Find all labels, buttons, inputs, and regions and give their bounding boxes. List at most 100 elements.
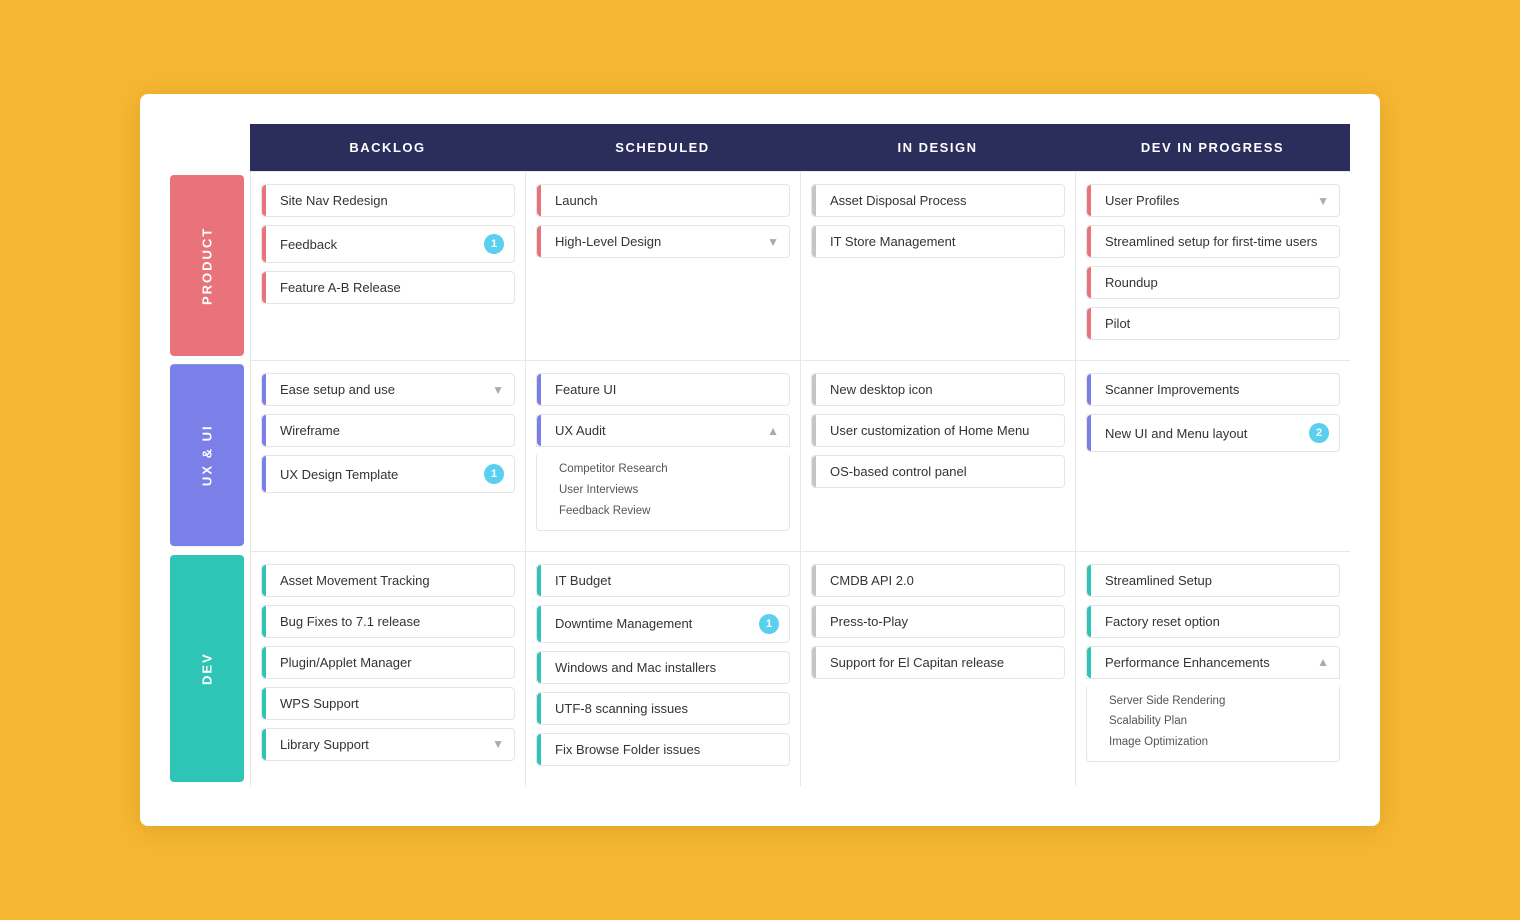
list-item[interactable]: New UI and Menu layout2 [1086,414,1340,452]
list-item[interactable]: Streamlined setup for first-time users [1086,225,1340,258]
sub-item: Feedback Review [559,501,779,522]
card-accent-bar [537,693,541,724]
card-text: UX Audit [547,423,763,438]
list-item[interactable]: Bug Fixes to 7.1 release [261,605,515,638]
sub-card: Server Side RenderingScalability PlanIma… [1086,687,1340,762]
list-item[interactable]: Feedback1 [261,225,515,263]
list-item[interactable]: Library Support▼ [261,728,515,761]
card-text: Asset Movement Tracking [272,573,504,588]
card-text: Streamlined Setup [1097,573,1329,588]
card-text: UX Design Template [272,467,484,482]
card-accent-bar [1087,185,1091,216]
header-scheduled: SCHEDULED [525,124,800,171]
list-item[interactable]: WPS Support [261,687,515,720]
card-text: High-Level Design [547,234,763,249]
card-text: IT Store Management [822,234,1054,249]
card-accent-bar [262,272,266,303]
card-accent-bar [812,226,816,257]
list-item[interactable]: Factory reset option [1086,605,1340,638]
card-accent-bar [262,565,266,596]
list-item[interactable]: High-Level Design ▼ [536,225,790,258]
card-accent-bar [812,456,816,487]
cell-2-3: Streamlined Setup Factory reset option Per… [1075,551,1350,786]
list-item[interactable]: Asset Movement Tracking [261,564,515,597]
card-text: Bug Fixes to 7.1 release [272,614,504,629]
list-item[interactable]: CMDB API 2.0 [811,564,1065,597]
board-grid: BACKLOG SCHEDULED IN DESIGN DEV IN PROGR… [170,124,1350,171]
list-item[interactable]: Wireframe [261,414,515,447]
card-text: IT Budget [547,573,779,588]
card-text: Feedback [272,237,484,252]
card-accent-bar [1087,647,1091,678]
list-item[interactable]: Windows and Mac installers [536,651,790,684]
list-item[interactable]: IT Store Management [811,225,1065,258]
cell-0-0: Site Nav Redesign Feedback1 Feature A-B Re… [250,171,525,360]
list-item[interactable]: UX Design Template1 [261,455,515,493]
cell-1-3: Scanner Improvements New UI and Menu layo… [1075,360,1350,550]
list-item[interactable]: UX Audit▲ [536,414,790,447]
list-item[interactable]: Downtime Management1 [536,605,790,643]
list-item[interactable]: Fix Browse Folder issues [536,733,790,766]
card-accent-bar [537,374,541,405]
sub-item: Competitor Research [559,459,779,480]
card-accent-bar [1087,415,1091,451]
sub-item: Image Optimization [1109,732,1329,753]
chevron-down-icon: ▼ [767,235,779,249]
list-item[interactable]: Roundup [1086,266,1340,299]
card-text: Ease setup and use [272,382,488,397]
list-item[interactable]: Streamlined Setup [1086,564,1340,597]
cell-0-1: Launch High-Level Design ▼ [525,171,800,360]
chevron-up-icon: ▲ [1317,655,1329,669]
badge: 1 [759,614,779,634]
card-accent-bar [1087,374,1091,405]
card-text: Support for El Capitan release [822,655,1054,670]
card-accent-bar [537,606,541,642]
badge: 1 [484,464,504,484]
card-accent-bar [537,185,541,216]
card-text: User Profiles [1097,193,1313,208]
card-accent-bar [262,456,266,492]
card-accent-bar [537,415,541,446]
sub-item: User Interviews [559,480,779,501]
card-text: Windows and Mac installers [547,660,779,675]
list-item[interactable]: UTF-8 scanning issues [536,692,790,725]
card-accent-bar [262,226,266,262]
card-accent-bar [812,185,816,216]
list-item[interactable]: Asset Disposal Process [811,184,1065,217]
card-text: Performance Enhancements [1097,655,1313,670]
row-ux-&-ui: UX & UIEase setup and use▼WireframeUX De… [170,360,1350,550]
card-accent-bar [262,647,266,678]
list-item[interactable]: Support for El Capitan release [811,646,1065,679]
list-item[interactable]: User Profiles▼ [1086,184,1340,217]
card-text: Pilot [1097,316,1329,331]
badge: 2 [1309,423,1329,443]
list-item[interactable]: Feature A-B Release [261,271,515,304]
list-item[interactable]: Pilot [1086,307,1340,340]
card-text: Scanner Improvements [1097,382,1329,397]
card-text: Downtime Management [547,616,759,631]
cell-0-3: User Profiles▼ Streamlined setup for firs… [1075,171,1350,360]
list-item[interactable]: Performance Enhancements ▲ [1086,646,1340,679]
card-text: Streamlined setup for first-time users [1097,234,1329,249]
card-text: User customization of Home Menu [822,423,1054,438]
sub-card: Competitor ResearchUser InterviewsFeedba… [536,455,790,530]
card-accent-bar [262,688,266,719]
list-item[interactable]: Ease setup and use▼ [261,373,515,406]
list-item[interactable]: IT Budget [536,564,790,597]
list-item[interactable]: OS-based control panel [811,455,1065,488]
list-item[interactable]: New desktop icon [811,373,1065,406]
list-item[interactable]: Press-to-Play [811,605,1065,638]
list-item[interactable]: Feature UI [536,373,790,406]
card-text: Factory reset option [1097,614,1329,629]
card-accent-bar [537,565,541,596]
cell-1-0: Ease setup and use▼ Wireframe UX Design Te… [250,360,525,550]
list-item[interactable]: User customization of Home Menu [811,414,1065,447]
list-item[interactable]: Launch [536,184,790,217]
list-item[interactable]: Plugin/Applet Manager [261,646,515,679]
card-text: UTF-8 scanning issues [547,701,779,716]
list-item[interactable]: Scanner Improvements [1086,373,1340,406]
card-accent-bar [262,415,266,446]
card-accent-bar [262,729,266,760]
card-accent-bar [537,734,541,765]
list-item[interactable]: Site Nav Redesign [261,184,515,217]
